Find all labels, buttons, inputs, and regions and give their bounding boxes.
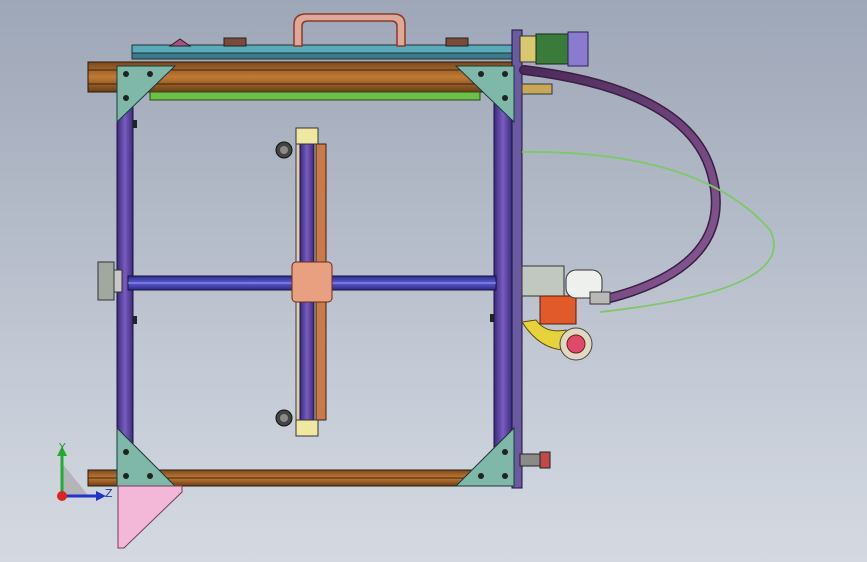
bottom-right-fitting[interactable] (519, 451, 551, 469)
corner-gusset-bottom-right[interactable] (454, 426, 515, 487)
left-post-clip (133, 316, 137, 324)
right-post-clip (490, 314, 494, 322)
pink-mounting-bracket[interactable] (117, 485, 183, 549)
right-post[interactable] (493, 91, 513, 473)
spindle-head[interactable] (521, 265, 611, 361)
x-axis-dot (57, 491, 67, 501)
view-orientation-triad: Y Z (40, 438, 120, 518)
z-axis-label: Z (105, 487, 113, 500)
left-post-clip (133, 120, 137, 128)
corner-gusset-bottom-left[interactable] (116, 426, 177, 487)
cad-viewport[interactable]: Y Z (0, 0, 867, 562)
cad-model-view[interactable] (0, 0, 867, 562)
top-right-motor[interactable] (519, 31, 589, 95)
carry-handle[interactable] (293, 13, 406, 47)
y-axis-label: Y (59, 441, 66, 454)
